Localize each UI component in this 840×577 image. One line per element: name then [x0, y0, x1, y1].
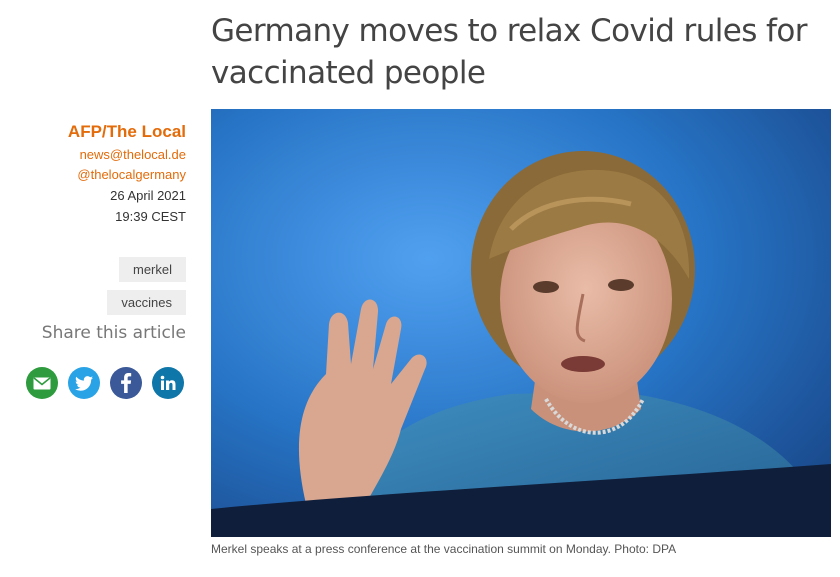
- tag-merkel[interactable]: merkel: [118, 257, 186, 282]
- twitter-bird-icon: [75, 375, 93, 391]
- tag-list: merkel vaccines: [107, 257, 186, 323]
- share-twitter-button[interactable]: [68, 367, 100, 399]
- share-facebook-button[interactable]: [110, 367, 142, 399]
- byline: AFP/The Local news@thelocal.de @thelocal…: [0, 121, 186, 227]
- linkedin-in-icon: [160, 375, 176, 390]
- publish-date: 26 April 2021: [110, 188, 186, 203]
- tag-vaccines[interactable]: vaccines: [107, 290, 186, 315]
- article-headline: Germany moves to relax Covid rules for v…: [211, 13, 807, 91]
- share-heading: Share this article: [41, 323, 186, 343]
- author-twitter-link[interactable]: @thelocalgermany: [0, 165, 186, 185]
- author-name[interactable]: AFP/The Local: [0, 121, 186, 143]
- share-email-button[interactable]: [26, 367, 58, 399]
- merkel-press-conference-photo: [211, 109, 831, 537]
- envelope-icon: [33, 376, 51, 389]
- article-photo: [211, 109, 831, 537]
- facebook-f-icon: [121, 373, 132, 393]
- publish-time: 19:39 CEST: [115, 209, 186, 224]
- author-email-link[interactable]: news@thelocal.de: [0, 145, 186, 165]
- share-buttons: [26, 367, 184, 399]
- article-page: Germany moves to relax Covid rules for v…: [0, 0, 840, 577]
- photo-caption: Merkel speaks at a press conference at t…: [211, 542, 677, 556]
- share-linkedin-button[interactable]: [152, 367, 184, 399]
